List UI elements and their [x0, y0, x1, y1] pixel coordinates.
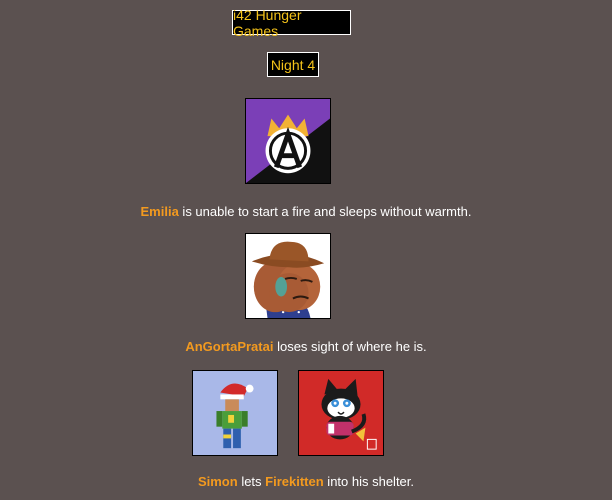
- event-text: lets: [237, 474, 266, 489]
- night-label: Night 4: [267, 52, 319, 77]
- event-text: into his shelter.: [323, 474, 415, 489]
- page-title: i42 Hunger Games: [232, 7, 351, 39]
- event-text: loses sight of where he is.: [273, 339, 427, 354]
- tribute-name: Emilia: [140, 204, 179, 219]
- tribute-name: Simon: [197, 474, 238, 489]
- tribute-name: AnGortaPratai: [185, 339, 274, 354]
- event-angortapratai: AnGortaPratai loses sight of where he is…: [0, 339, 612, 354]
- angortapratai-avatar-icon: [245, 233, 331, 319]
- event-emilia: Emilia is unable to start a fire and sle…: [0, 204, 612, 219]
- emilia-avatar-icon: [245, 98, 331, 184]
- simon-avatar-icon: [192, 370, 278, 456]
- event-text: is unable to start a fire and sleeps wit…: [178, 204, 472, 219]
- firekitten-avatar-icon: [298, 370, 384, 456]
- event-simon-firekitten: Simon lets Firekitten into his shelter.: [0, 474, 612, 489]
- tribute-name: Firekitten: [265, 474, 324, 489]
